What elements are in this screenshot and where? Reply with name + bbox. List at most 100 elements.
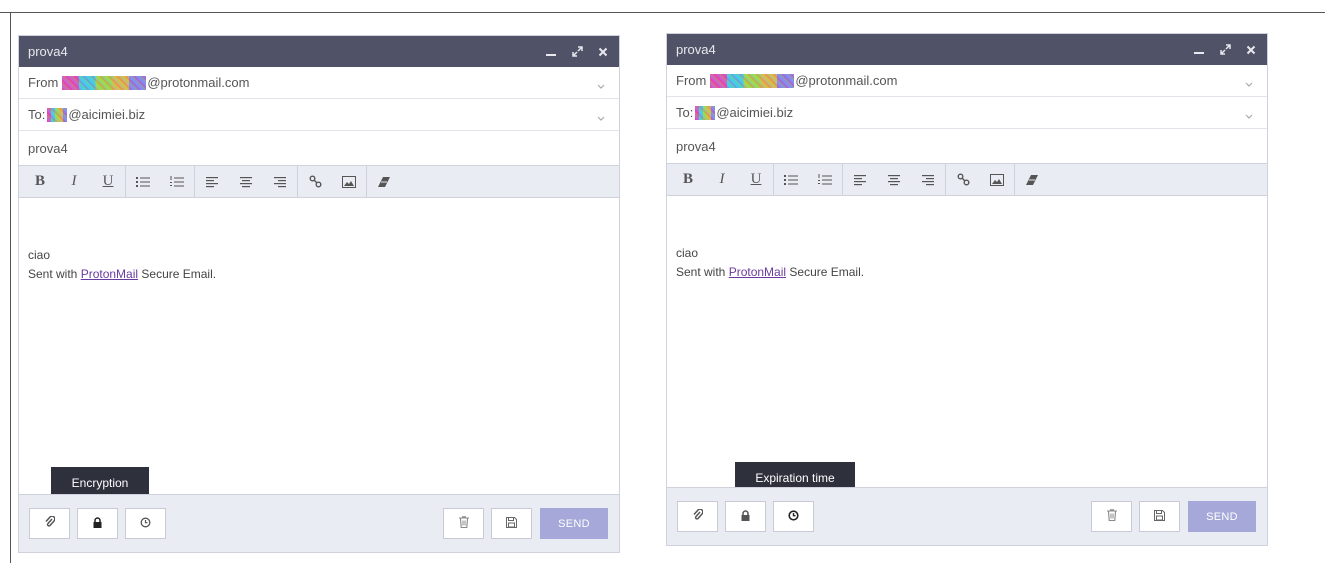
bulleted-list-icon[interactable]	[774, 164, 808, 196]
expand-icon[interactable]	[1219, 44, 1231, 56]
clock-icon	[788, 508, 799, 526]
align-center-icon[interactable]	[877, 164, 911, 196]
bulleted-list-icon[interactable]	[126, 166, 160, 198]
attachment-button[interactable]	[29, 508, 70, 539]
chevron-down-icon[interactable]	[1245, 108, 1253, 123]
composer-title: prova4	[28, 44, 68, 59]
to-label: To:	[676, 105, 694, 120]
clear-format-icon[interactable]	[1015, 164, 1049, 196]
close-icon[interactable]	[1245, 44, 1257, 56]
bold-button[interactable]: B	[23, 166, 57, 198]
underline-button[interactable]: U	[91, 166, 125, 198]
chevron-down-icon[interactable]	[597, 110, 605, 125]
image-icon[interactable]	[980, 164, 1014, 196]
redacted-sender-address	[710, 73, 795, 88]
to-domain: @aicimiei.biz	[716, 105, 794, 120]
numbered-list-icon[interactable]	[808, 164, 842, 196]
italic-button[interactable]: I	[705, 164, 739, 196]
from-domain: @protonmail.com	[795, 73, 898, 88]
message-body[interactable]: ciao Sent with ProtonMail Secure Email.	[19, 198, 619, 284]
redacted-recipient-address	[47, 107, 68, 122]
redacted-sender-address	[62, 75, 147, 90]
composer-window-left: prova4 From @protonmail.com To: @aicimie…	[18, 35, 620, 553]
protonmail-link[interactable]: ProtonMail	[729, 265, 786, 279]
align-right-icon[interactable]	[911, 164, 945, 196]
bold-button[interactable]: B	[671, 164, 705, 196]
signature-prefix: Sent with	[676, 265, 729, 279]
subject-text: prova4	[676, 138, 716, 154]
align-center-icon[interactable]	[229, 166, 263, 198]
composer-window-right: prova4 From @protonmail.com To: @aicimie…	[666, 33, 1268, 546]
lock-icon	[741, 508, 750, 526]
signature-suffix: Secure Email.	[786, 265, 865, 279]
to-domain: @aicimiei.biz	[68, 107, 146, 122]
numbered-list-icon[interactable]	[160, 166, 194, 198]
delete-draft-button[interactable]	[1091, 501, 1132, 532]
subject-text: prova4	[28, 140, 68, 156]
paperclip-icon	[692, 507, 704, 526]
protonmail-link[interactable]: ProtonMail	[81, 267, 138, 281]
formatting-toolbar: B I U	[19, 165, 619, 198]
signature: Sent with ProtonMail Secure Email.	[676, 263, 1258, 282]
body-line: ciao	[676, 246, 699, 260]
delete-draft-button[interactable]	[443, 508, 484, 539]
send-button[interactable]: SEND	[540, 508, 608, 539]
subject-input[interactable]: prova4	[19, 131, 619, 166]
encryption-button[interactable]	[725, 501, 766, 532]
italic-button[interactable]: I	[57, 166, 91, 198]
from-label: From	[28, 75, 59, 90]
clock-icon	[140, 515, 151, 533]
frame-border-top	[0, 12, 1325, 13]
chevron-down-icon[interactable]	[597, 78, 605, 93]
trash-icon	[1106, 508, 1117, 526]
underline-button[interactable]: U	[739, 164, 773, 196]
minimize-icon[interactable]	[545, 46, 557, 58]
clear-format-icon[interactable]	[367, 166, 401, 198]
body-line: ciao	[28, 248, 51, 262]
composer-titlebar[interactable]: prova4	[19, 36, 619, 67]
signature: Sent with ProtonMail Secure Email.	[28, 265, 610, 284]
tooltip-text: Expiration time	[755, 470, 835, 485]
attachment-button[interactable]	[677, 501, 718, 532]
composer-footer: SEND	[19, 494, 619, 552]
formatting-toolbar: B I U	[667, 163, 1267, 196]
close-icon[interactable]	[597, 46, 609, 58]
minimize-icon[interactable]	[1193, 44, 1205, 56]
frame-border-left	[10, 12, 11, 563]
chevron-down-icon[interactable]	[1245, 76, 1253, 91]
link-icon[interactable]	[946, 164, 980, 196]
image-icon[interactable]	[332, 166, 366, 198]
from-domain: @protonmail.com	[147, 75, 250, 90]
link-icon[interactable]	[298, 166, 332, 198]
save-draft-button[interactable]	[491, 508, 532, 539]
expiration-button[interactable]	[773, 501, 814, 532]
from-label: From	[676, 73, 707, 88]
send-button[interactable]: SEND	[1188, 501, 1256, 532]
composer-title: prova4	[676, 42, 716, 57]
to-label: To:	[28, 107, 46, 122]
lock-icon	[93, 515, 102, 533]
tooltip-text: Encryption	[71, 475, 129, 490]
align-right-icon[interactable]	[263, 166, 297, 198]
trash-icon	[458, 515, 469, 533]
from-field[interactable]: From @protonmail.com	[19, 67, 619, 99]
subject-input[interactable]: prova4	[667, 129, 1267, 164]
paperclip-icon	[44, 514, 56, 533]
signature-suffix: Secure Email.	[138, 267, 217, 281]
save-icon	[506, 515, 517, 533]
to-field[interactable]: To: @aicimiei.biz	[667, 97, 1267, 129]
align-left-icon[interactable]	[843, 164, 877, 196]
save-draft-button[interactable]	[1139, 501, 1180, 532]
message-body[interactable]: ciao Sent with ProtonMail Secure Email.	[667, 196, 1267, 282]
align-left-icon[interactable]	[195, 166, 229, 198]
composer-titlebar[interactable]: prova4	[667, 34, 1267, 65]
encryption-button[interactable]	[77, 508, 118, 539]
expiration-button[interactable]	[125, 508, 166, 539]
save-icon	[1154, 508, 1165, 526]
signature-prefix: Sent with	[28, 267, 81, 281]
composer-footer: SEND	[667, 487, 1267, 545]
to-field[interactable]: To: @aicimiei.biz	[19, 99, 619, 131]
expand-icon[interactable]	[571, 46, 583, 58]
from-field[interactable]: From @protonmail.com	[667, 65, 1267, 97]
redacted-recipient-address	[695, 105, 716, 120]
